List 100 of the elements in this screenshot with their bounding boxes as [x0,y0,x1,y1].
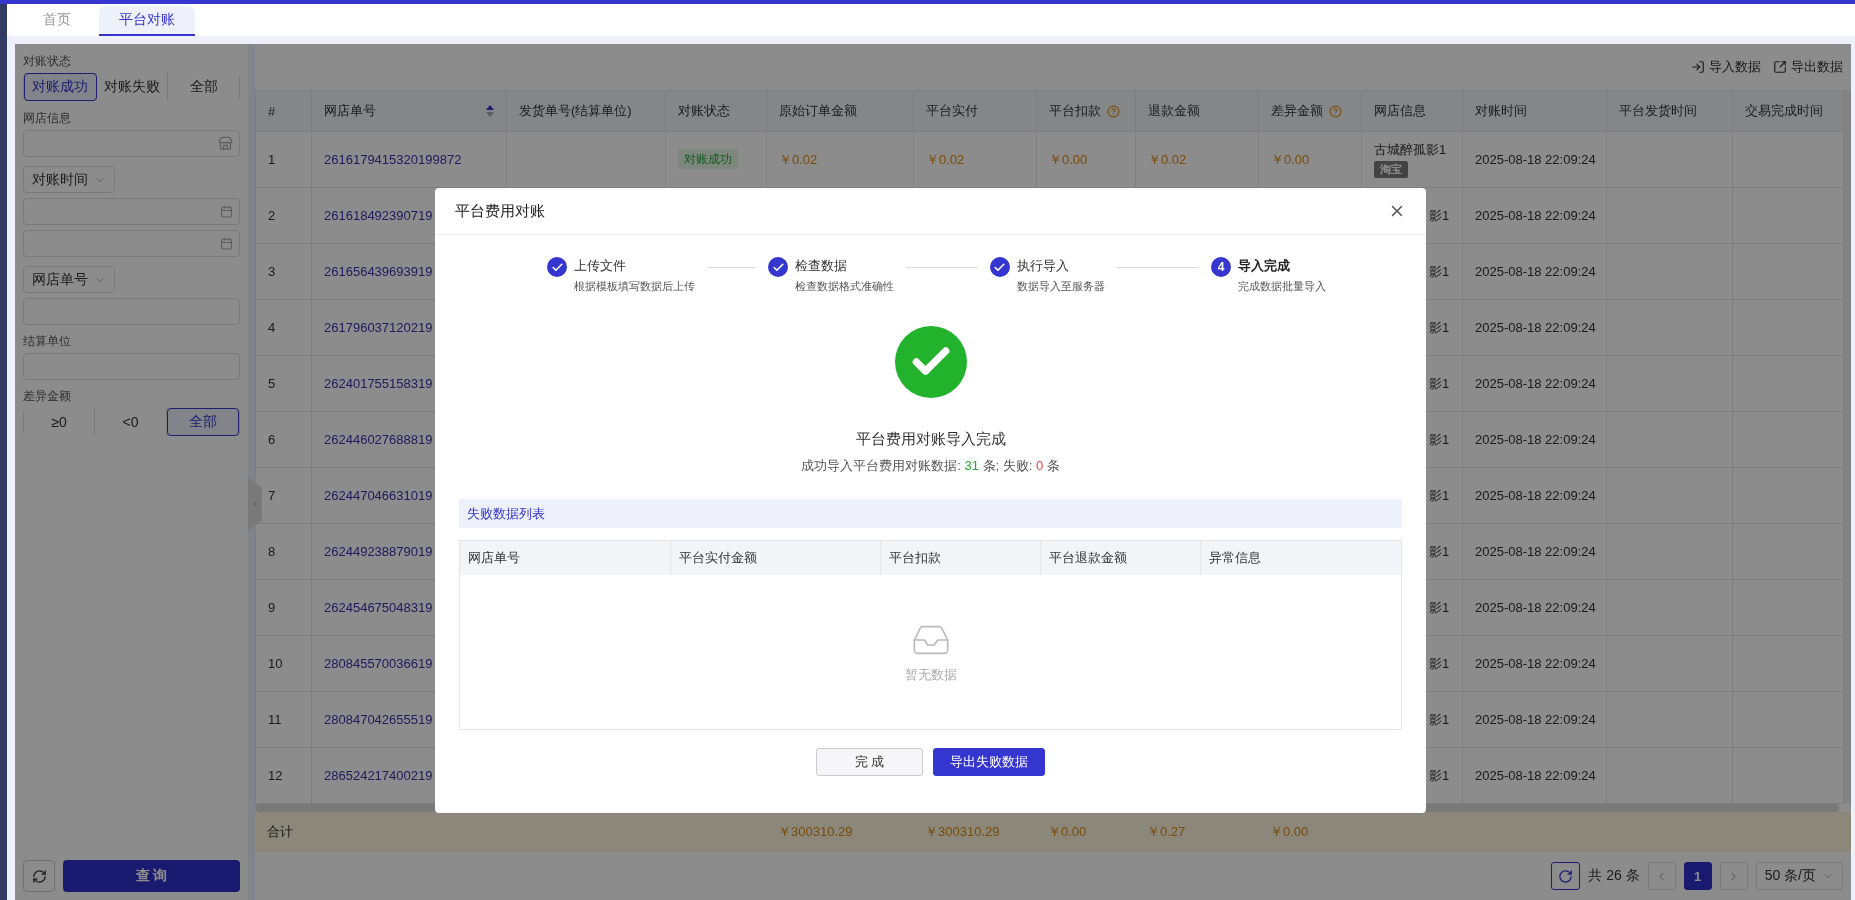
help-icon[interactable] [1329,104,1342,118]
total-value: ￥0.27 [1146,823,1187,841]
date-field[interactable] [23,198,240,225]
order-link[interactable]: 262449238879019 [324,544,433,559]
dialog-title: 平台费用对账 [455,201,545,221]
filter-label: 差异金额 [23,388,72,405]
step-title: 导入完成 [1238,257,1291,275]
order-link[interactable]: 286524217400219 [324,768,433,783]
section-heading: 失败数据列表 [459,499,1402,528]
step-number: 4 [1211,257,1231,277]
table-cell: 12 [255,747,312,804]
shop-icon [218,136,233,151]
table-cell: 2025-08-18 22:09:24 [1462,131,1607,188]
status-option[interactable]: 全部 [168,73,239,101]
filter-label: 结算单位 [23,333,72,350]
order-link[interactable]: 261656439693919 [324,264,433,279]
table-cell: 9 [255,579,312,636]
order-link[interactable]: 261618492390719 [324,208,433,223]
export-failures-button[interactable]: 导出失败数据 [933,748,1046,776]
table-cell: 2025-08-18 22:09:24 [1462,411,1607,468]
table-cell: 4 [255,299,312,356]
import-button[interactable]: 导入数据 [1691,58,1761,76]
order-type-select[interactable]: 网店单号 [23,266,115,293]
column-header: # [268,103,276,119]
table-cell: 2025-08-18 22:09:24 [1462,187,1607,244]
order-link[interactable]: 262454675048319 [324,600,433,615]
column-header: 交易完成时间 [1745,102,1823,120]
table-cell: 8 [255,523,312,580]
export-button[interactable]: 导出数据 [1773,58,1843,76]
column-header: 平台发货时间 [1619,102,1697,120]
step-description: 完成数据批量导入 [1238,279,1326,294]
order-link[interactable]: 262447046631019 [324,488,433,503]
table-cell: 2025-08-18 22:09:24 [1462,243,1607,300]
step-description: 数据导入至服务器 [1016,279,1105,294]
total-value: ￥0.00 [1047,823,1088,841]
column-header: 网店单号 [460,541,671,575]
order-link[interactable]: 280845570036619 [324,656,433,671]
table-cell: 2025-08-18 22:09:24 [1462,299,1607,356]
order-link[interactable]: 262401755158319 [324,376,433,391]
page-button[interactable]: 1 [1683,862,1712,890]
reset-button[interactable] [23,860,55,892]
vertical-scrollbar[interactable] [1844,90,1851,804]
table-cell: 2025-08-18 22:09:24 [1462,635,1607,692]
page-size-select[interactable]: 50 条/页 [1755,862,1843,890]
platform-tag: 淘宝 [1374,161,1408,178]
column-header: 退款金额 [1148,102,1200,120]
refresh-button[interactable] [1551,862,1581,890]
shop-field[interactable] [23,130,240,157]
step-title: 检查数据 [795,257,849,275]
step-title: 执行导入 [1016,257,1070,275]
table-cell: 3 [255,243,312,300]
column-header: 差异金额 [1271,102,1323,120]
select-value: 网店单号 [32,270,88,289]
column-header: 网店单号 [324,102,376,120]
date-field[interactable] [23,230,240,257]
button-label: 导出数据 [1791,58,1843,76]
step-description: 检查数据格式准确性 [795,279,895,294]
step-title: 上传文件 [574,257,627,275]
table-cell: ￥0.02 [766,131,914,188]
table-cell: 2025-08-18 22:09:24 [1462,579,1607,636]
table-cell: 10 [255,635,312,692]
total-label: 合计 [266,823,294,841]
calendar-icon [220,237,233,250]
query-button[interactable]: 查 询 [63,860,240,892]
status-option[interactable]: 对账失败 [96,73,169,101]
column-header: 异常信息 [1208,549,1262,567]
order-link[interactable]: 280847042655519 [324,712,433,727]
table-cell: ￥0.00 [1036,131,1136,188]
order-link[interactable]: 262446027688819 [324,432,433,447]
previous-page-button[interactable] [1647,862,1676,890]
sort-icon[interactable] [486,105,494,117]
difference-option[interactable]: <0 [95,408,167,436]
filter-label: 对账状态 [23,53,72,70]
table-cell: 2025-08-18 22:09:24 [1462,747,1607,804]
table-cell: 2025-08-18 22:09:24 [1462,523,1607,580]
calendar-icon [220,205,233,218]
help-icon[interactable] [1107,104,1120,118]
column-header: 平台扣款 [881,541,1041,575]
page-tab[interactable]: 平台对账 [99,6,195,36]
table-cell: 1 [255,131,312,188]
column-header: 平台实付金额 [671,541,881,575]
difference-option[interactable]: 全部 [166,408,239,436]
table-cell: ￥0.00 [1258,131,1362,188]
done-button[interactable]: 完 成 [815,748,924,776]
result-summary: 成功导入平台费用对账数据: 31 条; 失败: 0 条 [801,457,1060,475]
order-link[interactable]: 2616179415320199872 [324,152,462,167]
filter-label: 网店信息 [23,110,72,127]
status-option[interactable]: 对账成功 [24,73,97,101]
column-header: 平台退款金额 [1041,541,1201,575]
order-link[interactable]: 261796037120219 [324,320,433,335]
table-cell: 5 [255,355,312,412]
difference-option[interactable]: ≥0 [24,408,96,436]
column-header: 网店信息 [1374,102,1426,120]
status-badge: 对账成功 [678,149,738,169]
table-cell: 2025-08-18 22:09:24 [1462,355,1607,412]
table-cell: 2025-08-18 22:09:24 [1462,467,1607,524]
total-value: ￥300310.29 [777,823,854,841]
next-page-button[interactable] [1719,862,1748,890]
total-value: ￥300310.29 [924,823,1001,841]
time-type-select[interactable]: 对账时间 [23,166,115,193]
